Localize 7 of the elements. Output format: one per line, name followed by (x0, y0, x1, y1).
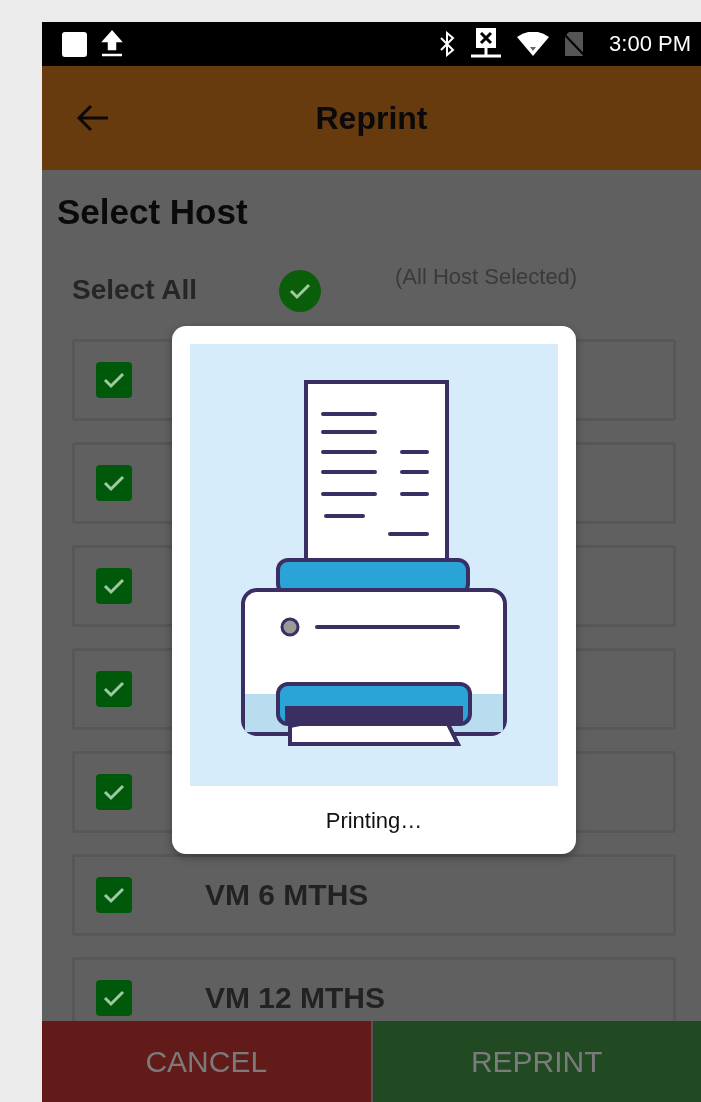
host-label: VM 12 MTHS (205, 981, 386, 1015)
status-time: 3:00 PM (609, 31, 691, 57)
host-label: VM 6 MTHS (205, 878, 369, 912)
select-all-label: Select All (72, 274, 198, 306)
screen-title: Reprint (314, 99, 429, 137)
dialog-caption: Printing… (325, 808, 423, 834)
section-heading: Select Host (57, 192, 249, 232)
